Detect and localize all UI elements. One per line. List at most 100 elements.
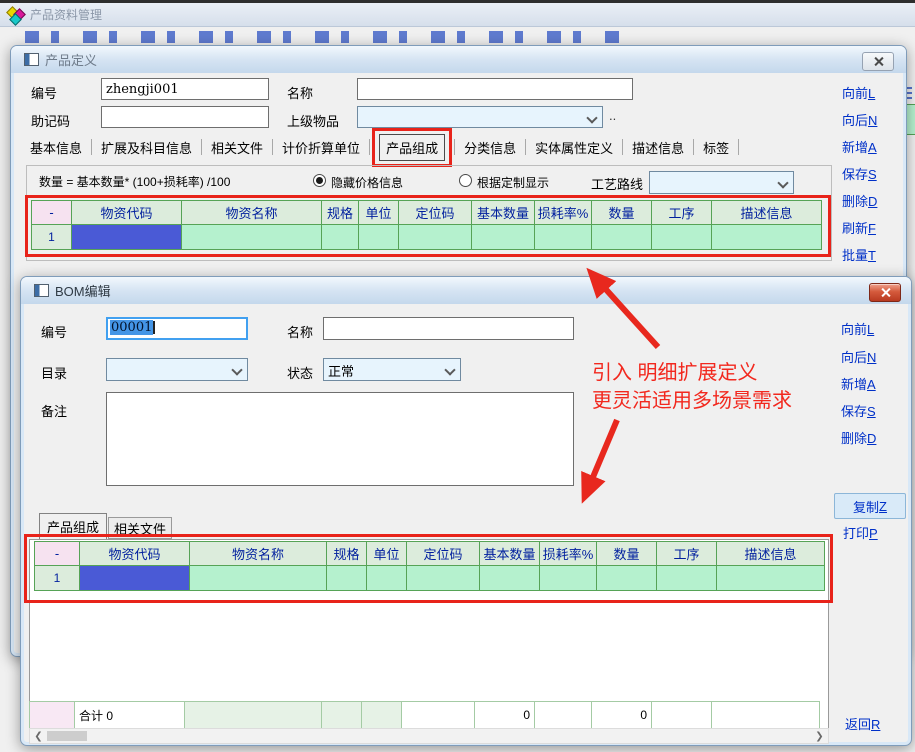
code-label: 编号 <box>31 83 57 102</box>
cell[interactable] <box>657 566 717 591</box>
column-header[interactable]: 描述信息 <box>717 542 825 566</box>
horizontal-scrollbar[interactable]: ❮ ❯ <box>29 728 829 744</box>
column-header[interactable]: 损耗率% <box>540 542 597 566</box>
product-name-input[interactable] <box>357 78 633 100</box>
print-button[interactable]: 打印P <box>843 523 878 542</box>
column-header[interactable]: 数量 <box>597 542 657 566</box>
column-header[interactable]: 单位 <box>367 542 407 566</box>
column-header[interactable]: 定位码 <box>407 542 480 566</box>
bom-tab-composition[interactable]: 产品组成 <box>39 513 107 539</box>
table-row: 1 <box>35 566 825 591</box>
row-number-cell[interactable]: 1 <box>32 225 72 250</box>
mnemonic-input[interactable] <box>101 106 269 128</box>
bom-dialog-titlebar[interactable]: BOM编辑 <box>21 277 911 304</box>
column-header[interactable]: 数量 <box>592 201 652 225</box>
column-header[interactable]: 物资名称 <box>182 201 322 225</box>
delete-button[interactable]: 删除D <box>841 428 876 447</box>
radio-hide-price[interactable] <box>313 174 326 187</box>
remark-textarea[interactable] <box>106 392 574 486</box>
column-header[interactable]: 物资名称 <box>190 542 327 566</box>
close-icon[interactable] <box>869 283 901 302</box>
add-button[interactable]: 新增A <box>842 137 877 156</box>
column-header[interactable]: 物资代码 <box>80 542 190 566</box>
save-button[interactable]: 保存S <box>841 401 876 420</box>
tab-extended-info[interactable]: 扩展及科目信息 <box>101 138 192 157</box>
bom-tab-related-files[interactable]: 相关文件 <box>108 517 172 539</box>
tab-product-composition[interactable]: 产品组成 <box>379 134 445 161</box>
column-header[interactable]: - <box>32 201 72 225</box>
cell[interactable] <box>712 225 822 250</box>
status-label: 状态 <box>287 363 313 382</box>
tab-pricing-unit[interactable]: 计价折算单位 <box>282 138 360 157</box>
column-header[interactable]: 基本数量 <box>480 542 540 566</box>
cell[interactable] <box>182 225 322 250</box>
cell[interactable] <box>472 225 535 250</box>
cell[interactable] <box>597 566 657 591</box>
cell[interactable] <box>359 225 399 250</box>
save-button[interactable]: 保存S <box>842 164 877 183</box>
refresh-button[interactable]: 刷新F <box>842 218 876 237</box>
backward-button[interactable]: 向后N <box>842 110 877 129</box>
form-icon <box>34 284 49 297</box>
cell[interactable] <box>327 566 367 591</box>
process-route-combo[interactable] <box>649 171 794 194</box>
batch-button[interactable]: 批量T <box>842 245 876 264</box>
status-combo[interactable]: 正常 <box>323 358 461 381</box>
column-header[interactable]: 工序 <box>652 201 712 225</box>
forward-button[interactable]: 向前L <box>842 83 875 102</box>
selected-cell[interactable] <box>80 566 190 591</box>
radio-custom-display-label[interactable]: 根据定制显示 <box>477 174 549 191</box>
cell[interactable] <box>190 566 327 591</box>
cell[interactable] <box>652 225 712 250</box>
parent-item-ellipsis[interactable]: .. <box>609 108 616 123</box>
backward-button[interactable]: 向后N <box>841 347 876 366</box>
parent-item-combo[interactable] <box>357 106 603 128</box>
tab-basic-info[interactable]: 基本信息 <box>30 138 82 157</box>
tab-label[interactable]: 标签 <box>703 138 729 157</box>
column-header[interactable]: 损耗率% <box>535 201 592 225</box>
product-code-input[interactable] <box>101 78 269 100</box>
scroll-left-icon[interactable]: ❮ <box>31 730 46 742</box>
cell[interactable] <box>480 566 540 591</box>
copy-button[interactable]: 复制Z <box>834 493 906 519</box>
delete-button[interactable]: 删除D <box>842 191 877 210</box>
column-header[interactable]: 单位 <box>359 201 399 225</box>
column-header[interactable]: 规格 <box>322 201 359 225</box>
column-header[interactable]: 定位码 <box>399 201 472 225</box>
return-button[interactable]: 返回R <box>845 714 880 733</box>
parent-item-label: 上级物品 <box>287 111 339 130</box>
cell[interactable] <box>407 566 480 591</box>
column-header[interactable]: 规格 <box>327 542 367 566</box>
cell[interactable] <box>592 225 652 250</box>
forward-button[interactable]: 向前L <box>841 319 874 338</box>
column-header[interactable]: 工序 <box>657 542 717 566</box>
cell[interactable] <box>535 225 592 250</box>
column-header[interactable]: 基本数量 <box>472 201 535 225</box>
tab-related-files[interactable]: 相关文件 <box>211 138 263 157</box>
bom-name-input[interactable] <box>323 317 574 340</box>
form-icon <box>24 53 39 66</box>
scrollbar-thumb[interactable] <box>47 731 87 741</box>
cell[interactable] <box>717 566 825 591</box>
cell[interactable] <box>540 566 597 591</box>
radio-custom-display[interactable] <box>459 174 472 187</box>
selected-cell[interactable] <box>72 225 182 250</box>
column-header[interactable]: 描述信息 <box>712 201 822 225</box>
column-header[interactable]: - <box>35 542 80 566</box>
product-dialog-titlebar[interactable]: 产品定义 <box>11 46 906 73</box>
tab-classification[interactable]: 分类信息 <box>464 138 516 157</box>
summary-cell <box>322 702 362 729</box>
close-icon[interactable] <box>862 52 894 71</box>
cell[interactable] <box>367 566 407 591</box>
cell[interactable] <box>399 225 472 250</box>
row-number-cell[interactable]: 1 <box>35 566 80 591</box>
add-button[interactable]: 新增A <box>841 374 876 393</box>
catalog-combo[interactable] <box>106 358 248 381</box>
cell[interactable] <box>322 225 359 250</box>
scroll-right-icon[interactable]: ❯ <box>812 730 827 742</box>
radio-hide-price-label[interactable]: 隐藏价格信息 <box>331 174 403 191</box>
bom-code-input[interactable]: 00001 <box>106 317 248 340</box>
tab-entity-attributes[interactable]: 实体属性定义 <box>535 138 613 157</box>
column-header[interactable]: 物资代码 <box>72 201 182 225</box>
tab-description[interactable]: 描述信息 <box>632 138 684 157</box>
